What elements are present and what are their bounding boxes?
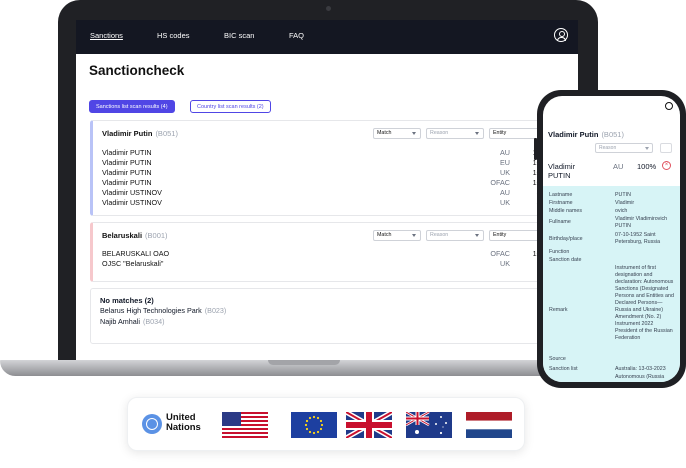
detail-value: Vladimir <box>615 200 635 206</box>
match-source: OFAC <box>490 249 510 258</box>
entity-name: Vladimir Putin (B051) <box>102 129 178 138</box>
entity-code: (B051) <box>155 129 178 138</box>
match-row[interactable]: Vladimir USTINOVAU86% <box>102 188 578 198</box>
reason-select[interactable]: Reason <box>426 230 484 241</box>
match-source: UK <box>500 198 510 207</box>
nav-item-bic-scan[interactable]: BIC scan <box>224 31 254 40</box>
detail-value: Australia: 13-03-2023 <box>615 366 666 372</box>
detail-label: Sanction list <box>549 366 578 372</box>
result-card-putin: Vladimir Putin (B051) Match Reason Entity… <box>90 120 578 216</box>
sanction-sources-strip: United Nations <box>127 397 525 451</box>
detail-value: ovich <box>615 208 628 214</box>
no-match-name: Najib Amhali <box>100 317 140 326</box>
match-source: AU <box>500 148 510 157</box>
tab-sanctions-list-results[interactable]: Sanctions list scan results (4) <box>89 100 175 113</box>
no-match-item[interactable]: Najib Amhali (B034) <box>100 317 165 326</box>
match-source: UK <box>500 259 510 268</box>
match-row[interactable]: BELARUSKALI OAOOFAC100% <box>102 249 578 259</box>
detail-value: 07-10-1952 Saint Petersburg, Russia <box>615 232 661 245</box>
nav-item-faq[interactable]: FAQ <box>289 31 304 40</box>
phone-screen: Vladimir Putin (B051) Reason Vladimir PUT… <box>543 96 680 382</box>
detail-label: Lastname <box>549 192 573 198</box>
match-row[interactable]: Vladimir PUTINOFAC100% <box>102 178 578 188</box>
no-match-code: (B023) <box>204 306 227 315</box>
match-source: AU <box>500 188 510 197</box>
detail-value: Vladimir Vladimirovich PUTIN <box>615 216 668 229</box>
phone-detail-panel: Lastname PUTIN Firstname Vladimir Middle… <box>543 186 680 382</box>
reason-select[interactable]: Reason <box>426 128 484 139</box>
match-name: Vladimir USTINOV <box>102 198 162 207</box>
un-logo-icon <box>142 414 162 434</box>
nav-item-sanctions[interactable]: Sanctions <box>90 31 123 40</box>
phone-entity-name-text: Vladimir Putin <box>548 130 599 139</box>
laptop-notch <box>268 360 340 365</box>
eu-flag-icon <box>291 412 337 438</box>
tab-country-list-results[interactable]: Country list scan results (2) <box>190 100 271 113</box>
entity-name: Belaruskali (B001) <box>102 231 168 240</box>
detail-label: Function <box>549 249 570 255</box>
match-source: UK <box>500 168 510 177</box>
top-navigation: Sanctions HS codes BIC scan FAQ <box>76 20 578 54</box>
no-match-name: Belarus High Technologies Park <box>100 306 202 315</box>
detail-value: Autonomous (Russia <box>615 374 665 380</box>
no-match-code: (B034) <box>142 317 165 326</box>
match-row[interactable]: Vladimir USTINOVUK86% <box>102 198 578 208</box>
detail-label: Firstname <box>549 200 573 206</box>
laptop-camera <box>326 6 331 11</box>
match-name: Vladimir PUTIN <box>102 158 152 167</box>
match-row[interactable]: Vladimir PUTINUK100% <box>102 168 578 178</box>
match-name: Vladimir PUTIN <box>102 148 152 157</box>
phone-reason-select[interactable]: Reason <box>595 143 653 153</box>
detail-label: Birthday/place <box>549 236 583 242</box>
un-label-line2: Nations <box>166 422 201 433</box>
phone-secondary-button[interactable] <box>660 143 672 153</box>
detail-label: Source <box>549 356 566 362</box>
match-row[interactable]: Vladimir PUTINEU100% <box>102 158 578 168</box>
phone-frame: Vladimir Putin (B051) Reason Vladimir PUT… <box>537 90 686 388</box>
match-row[interactable]: Vladimir PUTINAU100% <box>102 148 578 158</box>
netherlands-flag-icon <box>466 412 512 438</box>
close-icon[interactable]: × <box>662 161 671 170</box>
no-matches-title: No matches (2) <box>100 296 154 305</box>
match-name: OJSC "Belaruskali" <box>102 259 164 268</box>
phone-match-name: Vladimir PUTIN <box>548 162 576 180</box>
match-row[interactable]: OJSC "Belaruskali"UK94% <box>102 259 578 269</box>
entity-code: (B001) <box>145 231 168 240</box>
australia-flag-icon <box>406 412 452 438</box>
phone-entity-name: Vladimir Putin (B051) <box>548 130 624 139</box>
match-name: Vladimir USTINOV <box>102 188 162 197</box>
no-matches-card: No matches (2) Belarus High Technologies… <box>90 288 578 344</box>
match-name: Vladimir PUTIN <box>102 178 152 187</box>
detail-label: Remark <box>549 307 568 313</box>
detail-label: Middle names <box>549 208 582 214</box>
uk-flag-icon <box>346 412 392 438</box>
phone-camera-icon <box>665 102 673 110</box>
phone-match-score: 100% <box>637 162 657 171</box>
match-name: BELARUSKALI OAO <box>102 249 170 258</box>
phone-match-source: AU <box>613 162 624 171</box>
us-flag-icon <box>222 412 268 438</box>
laptop-screen: Sanctions HS codes BIC scan FAQ Sanction… <box>76 20 578 360</box>
match-select[interactable]: Match <box>373 128 421 139</box>
user-account-icon[interactable] <box>554 28 568 42</box>
detail-label: Sanction date <box>549 257 582 263</box>
match-name: Vladimir PUTIN <box>102 168 152 177</box>
detail-value: PUTIN <box>615 192 631 198</box>
page-title: Sanctioncheck <box>89 63 185 78</box>
phone-entity-code: (B051) <box>601 130 624 139</box>
nav-item-hs-codes[interactable]: HS codes <box>157 31 190 40</box>
match-source: OFAC <box>490 178 510 187</box>
no-match-item[interactable]: Belarus High Technologies Park (B023) <box>100 306 226 315</box>
result-card-belaruskali: Belaruskali (B001) Match Reason Entity BE… <box>90 222 578 282</box>
un-label: United Nations <box>166 413 201 433</box>
match-source: EU <box>500 158 510 167</box>
detail-label: Fullname <box>549 219 571 225</box>
match-select[interactable]: Match <box>373 230 421 241</box>
entity-name-text: Vladimir Putin <box>102 129 153 138</box>
entity-name-text: Belaruskali <box>102 231 143 240</box>
detail-value: Instrument of first designation and decl… <box>615 265 674 341</box>
